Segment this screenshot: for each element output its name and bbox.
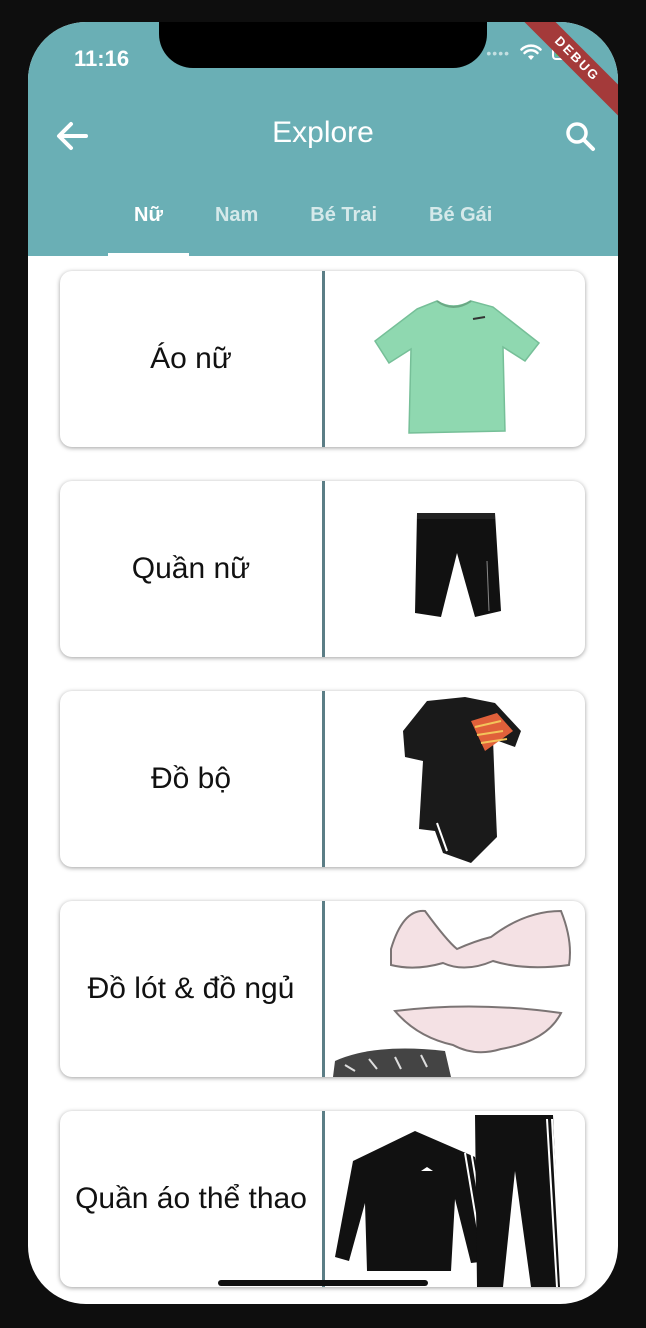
page-title: Explore — [272, 116, 374, 149]
notch — [159, 22, 487, 68]
tab-nu[interactable]: Nữ — [108, 198, 189, 256]
status-time: 11:16 — [74, 46, 130, 71]
lingerie-image — [333, 909, 571, 1077]
category-label: Áo nữ — [150, 342, 232, 375]
tab-be-gai[interactable]: Bé Gái — [403, 198, 518, 256]
category-image — [325, 271, 585, 447]
category-label: Đồ lót & đồ ngủ — [87, 972, 295, 1005]
category-card-do-lot[interactable]: Đồ lót & đồ ngủ — [60, 901, 585, 1077]
search-icon — [566, 122, 595, 151]
category-image — [325, 901, 585, 1077]
signal-icon: •••• — [486, 45, 510, 61]
app-screen: 11:16 •••• DEBUG Explore Nữ Nam Bé Trai … — [28, 22, 618, 1304]
tab-bar: Nữ Nam Bé Trai Bé Gái — [108, 198, 518, 256]
tshirt-image — [373, 300, 541, 434]
bodysuit-image — [403, 697, 521, 863]
category-card-do-bo[interactable]: Đồ bộ — [60, 691, 585, 867]
tab-be-trai[interactable]: Bé Trai — [284, 198, 403, 256]
category-card-quan-ao-the-thao[interactable]: Quần áo thể thao — [60, 1111, 585, 1287]
phone-frame: 11:16 •••• DEBUG Explore Nữ Nam Bé Trai … — [0, 0, 646, 1328]
search-button[interactable] — [564, 120, 596, 152]
tab-nam[interactable]: Nam — [189, 198, 284, 256]
tracksuit-image — [335, 1115, 562, 1287]
wifi-icon — [520, 44, 542, 60]
category-image — [325, 691, 585, 867]
home-indicator[interactable] — [218, 1280, 428, 1286]
category-card-quan-nu[interactable]: Quần nữ — [60, 481, 585, 657]
category-label: Đồ bộ — [150, 762, 232, 795]
category-label: Quần áo thể thao — [75, 1182, 307, 1215]
category-card-ao-nu[interactable]: Áo nữ — [60, 271, 585, 447]
category-image — [325, 481, 585, 657]
category-image — [325, 1111, 585, 1287]
category-label: Quần nữ — [131, 552, 251, 585]
debug-banner: DEBUG — [516, 22, 618, 120]
pants-image — [415, 513, 501, 617]
